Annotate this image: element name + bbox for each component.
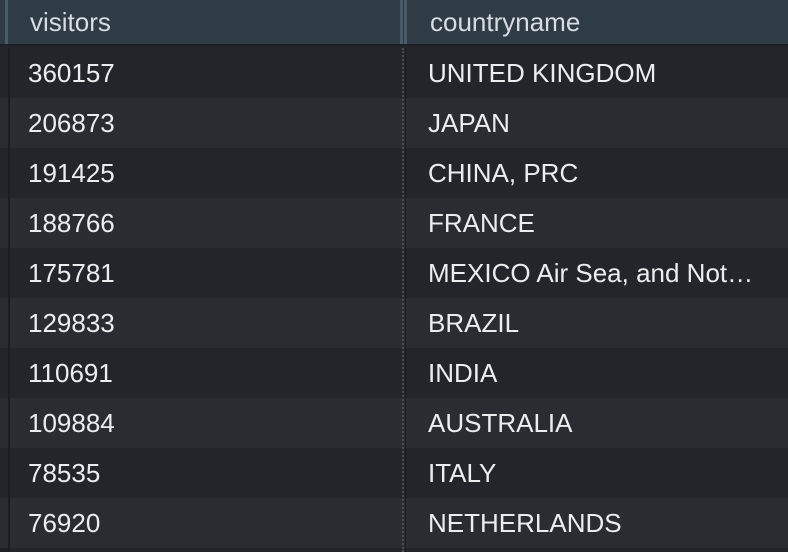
column-resize-handle[interactable] <box>404 0 407 44</box>
cell-countryname[interactable]: AUSTRALIA <box>406 398 788 448</box>
column-divider <box>405 48 406 552</box>
cell-visitors[interactable]: 78535 <box>10 448 402 498</box>
cell-countryname[interactable]: INDIA <box>406 348 788 398</box>
table-row[interactable]: 110691 INDIA <box>0 348 788 398</box>
table-row[interactable]: 191425 CHINA, PRC <box>0 148 788 198</box>
cell-countryname[interactable]: ITALY <box>406 448 788 498</box>
cell-countryname[interactable]: UNITED KINGDOM <box>406 48 788 98</box>
cell-countryname[interactable]: BRAZIL <box>406 298 788 348</box>
cell-visitors[interactable]: 188766 <box>10 198 402 248</box>
cell-countryname[interactable]: NETHERLANDS <box>406 498 788 548</box>
cell-countryname[interactable]: MEXICO Air Sea, and Not… <box>406 248 788 298</box>
table-row[interactable]: 360157 UNITED KINGDOM <box>0 48 788 98</box>
results-grid: visitors countryname 360157 UNITED KINGD… <box>0 0 788 552</box>
cell-visitors[interactable]: 109884 <box>10 398 402 448</box>
cell-countryname[interactable]: FRANCE <box>406 198 788 248</box>
cell-visitors[interactable]: 110691 <box>10 348 402 398</box>
column-resize-handle[interactable] <box>5 0 8 44</box>
cell-visitors[interactable]: 76920 <box>10 498 402 548</box>
table-row[interactable]: 129833 BRAZIL <box>0 298 788 348</box>
grid-header: visitors countryname <box>0 0 788 46</box>
cell-visitors[interactable]: 360157 <box>10 48 402 98</box>
grid-left-border <box>8 48 12 552</box>
cell-visitors[interactable]: 175781 <box>10 248 402 298</box>
column-header-countryname[interactable]: countryname <box>404 0 788 44</box>
column-resize-handle[interactable] <box>400 0 403 44</box>
cell-visitors[interactable]: 129833 <box>10 298 402 348</box>
cell-visitors[interactable]: 191425 <box>10 148 402 198</box>
table-row[interactable]: 175781 MEXICO Air Sea, and Not… <box>0 248 788 298</box>
table-row[interactable]: 206873 JAPAN <box>0 98 788 148</box>
cell-countryname[interactable]: JAPAN <box>406 98 788 148</box>
column-divider <box>402 48 404 552</box>
table-row[interactable]: 78535 ITALY <box>0 448 788 498</box>
cell-countryname[interactable]: CHINA, PRC <box>406 148 788 198</box>
grid-body: 360157 UNITED KINGDOM 206873 JAPAN 19142… <box>0 48 788 552</box>
table-row[interactable]: 76920 NETHERLANDS <box>0 498 788 548</box>
cell-visitors[interactable]: 206873 <box>10 98 402 148</box>
column-header-visitors[interactable]: visitors <box>0 0 404 44</box>
table-row[interactable]: 109884 AUSTRALIA <box>0 398 788 448</box>
table-row[interactable]: 188766 FRANCE <box>0 198 788 248</box>
